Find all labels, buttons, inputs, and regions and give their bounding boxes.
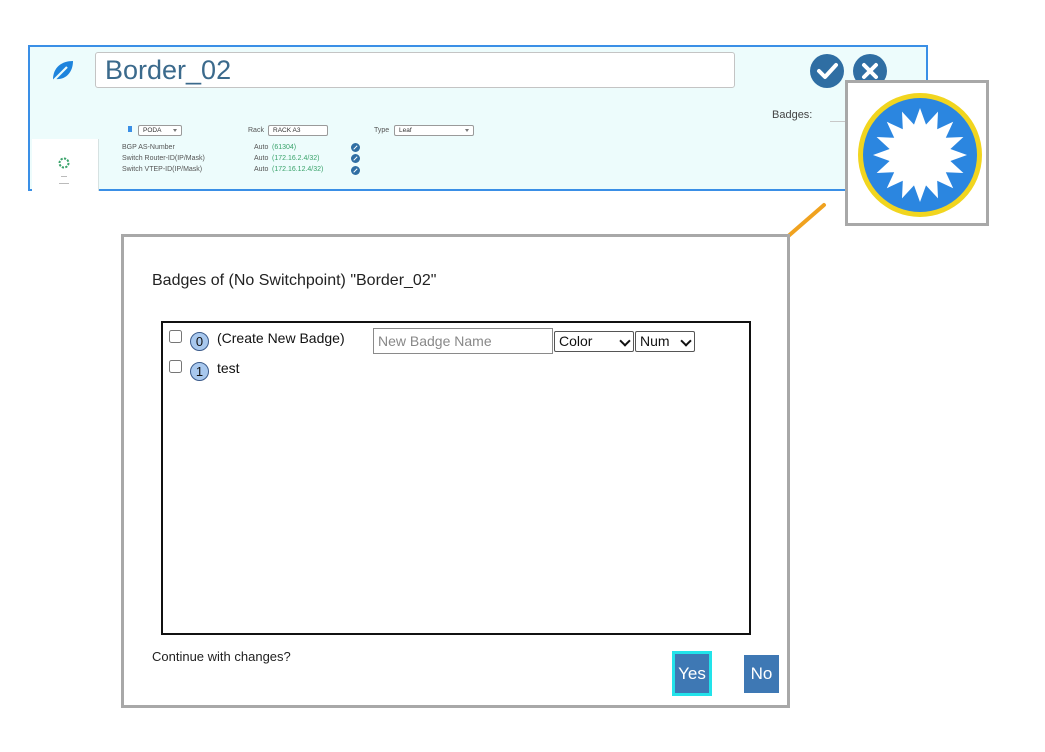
chevron-down-icon: [619, 335, 631, 347]
badges-dialog: Badges of (No Switchpoint) "Border_02" 0…: [121, 234, 790, 708]
pod-icon: [128, 126, 132, 132]
list-item: 1 test: [169, 360, 369, 381]
edit-pencil-icon[interactable]: [351, 154, 360, 163]
property-label: BGP AS-Number: [122, 144, 175, 151]
property-label: Switch VTEP-ID(IP/Mask): [122, 166, 203, 173]
loading-ring-icon: [58, 157, 70, 169]
color-select[interactable]: Color: [554, 331, 634, 352]
color-select-value: Color: [559, 333, 593, 349]
type-label: Type: [374, 127, 390, 134]
badge-label: (Create New Badge): [217, 330, 345, 346]
badge-list: 0 (Create New Badge) Color Num 1 test: [161, 321, 751, 635]
rack-label: Rack: [248, 127, 264, 134]
check-icon: [817, 63, 838, 79]
rack-value: RACK A3: [273, 127, 301, 134]
property-label: Switch Router-ID(IP/Mask): [122, 155, 205, 162]
confirm-button[interactable]: [810, 54, 844, 88]
list-item: 0 (Create New Badge): [169, 330, 369, 351]
num-select-value: Num: [640, 333, 670, 349]
switch-thumbnail: [32, 139, 99, 191]
type-select[interactable]: Leaf: [394, 125, 474, 136]
property-mode: Auto: [254, 144, 269, 151]
type-select-value: Leaf: [399, 127, 412, 134]
edit-pencil-icon[interactable]: [351, 166, 360, 175]
badge-checkbox[interactable]: [169, 360, 182, 373]
badge-zoom-box: [845, 80, 989, 226]
leaf-icon: [48, 57, 76, 85]
pod-select-value: PODA: [143, 127, 162, 134]
dialog-title: Badges of (No Switchpoint) "Border_02": [152, 272, 437, 289]
switch-name-field[interactable]: [95, 52, 735, 88]
badge-starburst-icon: [858, 93, 982, 217]
continue-prompt: Continue with changes?: [152, 649, 291, 664]
new-badge-name-input[interactable]: [373, 328, 553, 354]
badge-number: 0: [190, 332, 209, 351]
property-mode: Auto: [254, 155, 269, 162]
num-select[interactable]: Num: [635, 331, 695, 352]
property-mode: Auto: [254, 166, 269, 173]
badge-label: test: [217, 360, 240, 376]
badge-checkbox[interactable]: [169, 330, 182, 343]
property-value: (61304): [272, 144, 297, 151]
pod-select[interactable]: PODA: [138, 125, 182, 136]
no-button[interactable]: No: [744, 655, 779, 693]
yes-button[interactable]: Yes: [672, 651, 712, 696]
chevron-down-icon: [680, 335, 692, 347]
property-value: (172.16.12.4/32): [272, 166, 324, 173]
badges-label: Badges:: [772, 109, 813, 121]
rack-field[interactable]: RACK A3: [268, 125, 328, 136]
badge-number: 1: [190, 362, 209, 381]
edit-pencil-icon[interactable]: [351, 143, 360, 152]
switch-panel: Badges: PODA Rack RACK A3 Type Leaf BGP …: [28, 45, 928, 191]
property-value: (172.16.2.4/32): [272, 155, 320, 162]
